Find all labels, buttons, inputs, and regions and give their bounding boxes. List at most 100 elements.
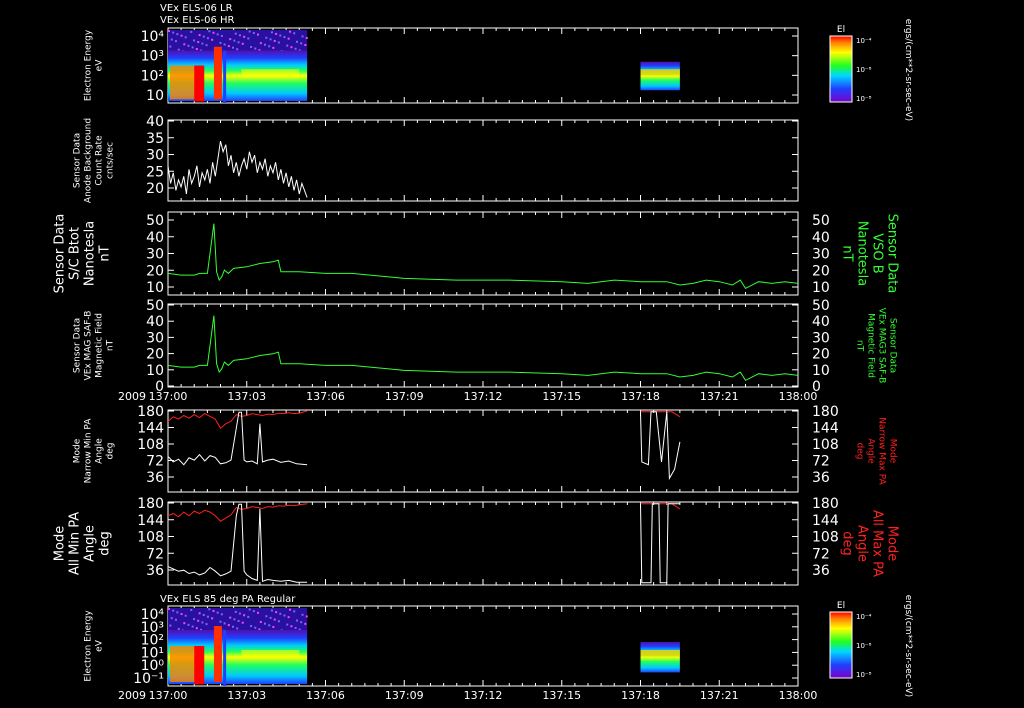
y-tick-label-right: 10: [812, 280, 830, 296]
spectrogram-speckle: [223, 43, 226, 46]
bottom-panel-title: VEx ELS 85 deg PA Regular: [160, 594, 296, 605]
time-tick-label: 137:03: [227, 689, 266, 702]
y-tick-label-right: 180: [812, 496, 839, 512]
spectrogram-speckle: [257, 33, 260, 36]
series-line-p5: [640, 411, 681, 418]
spectrogram-speckle: [184, 614, 187, 617]
spectrogram-speckle: [229, 38, 232, 41]
spectrogram-speckle: [168, 30, 170, 32]
series-line-p5: [167, 411, 308, 466]
spectrogram-speckle: [177, 627, 180, 630]
spectrogram-speckle: [220, 34, 223, 37]
spectrogram-speckle: [247, 37, 250, 40]
y-tick-label-left: 72: [146, 454, 164, 470]
series-line-p3: [167, 223, 799, 290]
spectrogram-speckle: [277, 41, 280, 44]
colorbar: [829, 35, 853, 103]
spectrogram-speckle: [198, 612, 201, 615]
right-axis-label-p6: ModeAll Max PAAngledeg: [840, 510, 900, 577]
spectrogram-speckle: [197, 41, 200, 44]
spectrogram-speckle: [279, 612, 282, 615]
left-axis-label-line: eV: [95, 639, 105, 652]
spectrogram-speckle: [279, 34, 282, 37]
series-line-p6: [640, 503, 680, 584]
spectrogram-band: [241, 69, 300, 78]
spectrogram-speckle: [237, 41, 240, 44]
y-tick-label-left: 10⁴: [141, 29, 165, 45]
spectrogram-speckle: [295, 619, 298, 622]
y-tick-label-left: 180: [137, 404, 164, 420]
y-tick-label-left: 20: [146, 347, 164, 363]
year-label: 2009: [118, 689, 146, 702]
spectrogram-speckle: [216, 33, 219, 36]
y-tick-label-left: 40: [146, 314, 164, 330]
right-axis-label-line: Nanotesla: [855, 221, 870, 286]
spectrogram-speckle: [283, 614, 286, 617]
spectrogram-speckle: [241, 621, 244, 624]
spectrogram-speckle: [304, 43, 307, 46]
spectrogram-speckle: [304, 622, 307, 625]
right-axis-label-line: deg: [840, 531, 855, 556]
series-line-p4: [167, 315, 799, 382]
right-axis-label-p5: ModeNarrow Max PAAngledeg: [855, 417, 898, 485]
spectrogram-speckle: [174, 40, 177, 43]
spectrogram-speckle: [197, 619, 200, 622]
spectrogram-speckle: [176, 611, 179, 614]
spectrogram-speckle: [219, 41, 222, 44]
spectrogram-speckle: [208, 30, 211, 33]
spectrogram-speckle: [229, 616, 232, 619]
spectrogram-speckle: [265, 36, 268, 39]
right-axis-label-line: nT: [855, 340, 865, 352]
spectrogram-speckle: [238, 34, 241, 37]
y-tick-label-right: 72: [812, 454, 830, 470]
spectrogram-speckle: [268, 624, 271, 627]
spectrogram-speckle: [191, 625, 194, 628]
left-axis-label-line: Narrow Min PA: [84, 418, 94, 484]
y-tick-label-left: 10: [146, 88, 164, 104]
right-axis-label-line: Mode: [888, 439, 898, 464]
y-tick-label-right: 50: [812, 298, 830, 314]
colorbar-tick-label: 10⁻⁸: [856, 671, 872, 679]
year-label: 2009: [118, 390, 146, 403]
y-tick-label-left: 10³: [141, 49, 164, 65]
y-tick-label-left: 10²: [141, 68, 164, 84]
figure: VEx ELS-06 LR VEx ELS-06 HR VEx ELS 85 d…: [53, 3, 914, 702]
spectrogram-speckle: [305, 615, 308, 618]
y-tick-label-left: 144: [137, 513, 164, 529]
colorbar-tick-label: 10⁻⁴: [856, 37, 872, 45]
time-tick-label: 137:00: [149, 689, 188, 702]
spectrogram-speckle: [252, 610, 255, 613]
spectrogram-speckle: [305, 36, 308, 39]
left-axis-label-line: Angle: [95, 438, 105, 464]
spectrogram-speckle: [195, 627, 198, 630]
y-tick-label-left: 36: [146, 470, 164, 486]
left-axis-label-line: Mode: [53, 526, 68, 561]
spectrogram-speckle: [293, 610, 296, 613]
left-axis-label-line: Angle: [83, 525, 98, 562]
y-tick-label-right: 50: [812, 213, 830, 229]
spectrogram-block: [640, 642, 680, 673]
right-axis-label-line: VEx MAG3 SAF-B: [877, 308, 887, 384]
left-axis-label-p2: Sensor Data Anode Background Count Rate cnt…: [73, 118, 116, 203]
y-tick-label-right: 72: [812, 546, 830, 562]
spectrogram-speckle: [269, 616, 272, 619]
spectrogram-speckle: [287, 37, 290, 40]
spectrogram-speckle: [257, 611, 260, 614]
y-tick-label-left: 25: [146, 164, 164, 180]
y-tick-label-right: 144: [812, 513, 839, 529]
spectrogram-speckle: [211, 617, 214, 620]
spectrogram-speckle: [184, 36, 187, 39]
time-tick-label: 137:12: [464, 689, 503, 702]
time-tick-label: 137:15: [542, 689, 581, 702]
left-axis-label-line: Nanotesla: [83, 221, 98, 286]
spectrogram-speckle: [176, 33, 179, 36]
spectrogram-speckle: [183, 622, 186, 625]
left-axis-label-p7: Electron Energy eV: [84, 610, 105, 682]
y-tick-label-left: 10: [146, 363, 164, 379]
spectrogram-block: [640, 61, 680, 91]
spectrogram-speckle: [270, 31, 273, 34]
time-tick-label: 137:09: [385, 689, 424, 702]
left-axis-label-line: Anode Background: [84, 118, 94, 203]
spectrogram-speckle: [234, 610, 237, 613]
spectrogram-band: [241, 650, 300, 658]
